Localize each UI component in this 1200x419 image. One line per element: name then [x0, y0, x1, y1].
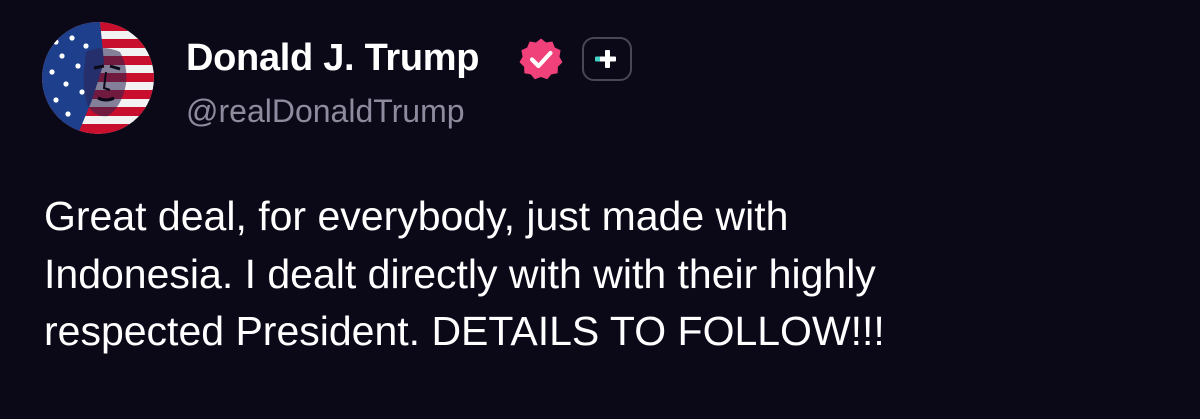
avatar[interactable]: [42, 22, 154, 134]
flag-portrait-avatar-icon: [42, 22, 154, 134]
author-handle[interactable]: @realDonaldTrump: [186, 90, 465, 132]
post-card: Donald J. Trump @realDonaldTrump Great d…: [0, 0, 1200, 419]
post-body-text: Great deal, for everybody, just made wit…: [44, 193, 885, 354]
verified-badge-icon: [519, 37, 563, 81]
author-display-name[interactable]: Donald J. Trump: [186, 35, 480, 81]
plus-icon[interactable]: [582, 37, 632, 81]
